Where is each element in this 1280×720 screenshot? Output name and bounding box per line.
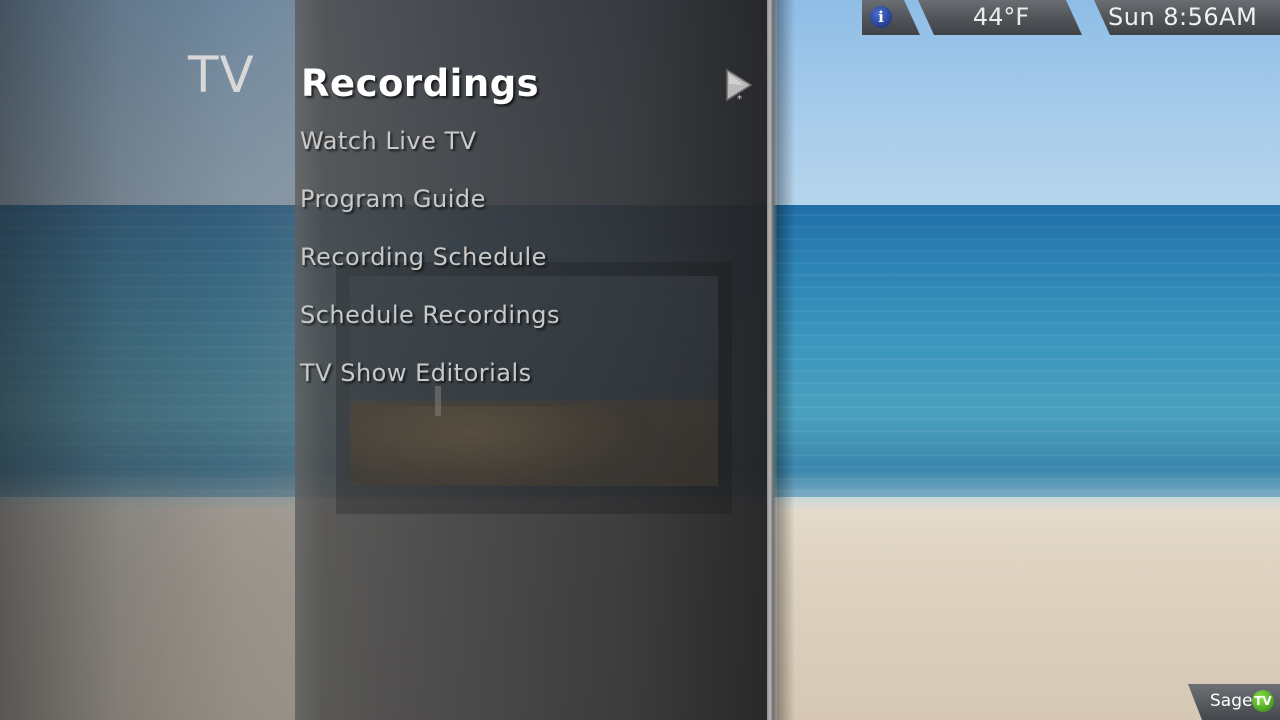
category-panel (0, 0, 295, 720)
status-bar: i 44°F Sun 8:56AM (862, 0, 1280, 35)
preview-hill (350, 406, 650, 486)
play-arrow-icon[interactable]: * (724, 68, 754, 102)
svg-text:*: * (737, 94, 742, 102)
logo-tv-badge: TV (1252, 690, 1274, 712)
menu-item-watch-live-tv[interactable]: Watch Live TV (300, 124, 560, 182)
panel-divider (767, 0, 777, 720)
menu-item-recording-schedule[interactable]: Recording Schedule (300, 240, 560, 298)
menu-item-program-guide[interactable]: Program Guide (300, 182, 560, 240)
menu-list: Watch Live TV Program Guide Recording Sc… (300, 124, 560, 414)
info-tab[interactable]: i (862, 0, 920, 35)
clock-time: Sun 8:56AM (1108, 3, 1258, 31)
menu-item-tv-show-editorials[interactable]: TV Show Editorials (300, 356, 560, 414)
temperature: 44°F (972, 3, 1030, 31)
divider-shadow (777, 0, 795, 720)
logo-text: Sage (1210, 691, 1253, 711)
category-title: TV (188, 46, 255, 104)
menu-item-schedule-recordings[interactable]: Schedule Recordings (300, 298, 560, 356)
menu-title-recordings[interactable]: Recordings (301, 62, 539, 105)
info-icon[interactable]: i (870, 6, 892, 28)
